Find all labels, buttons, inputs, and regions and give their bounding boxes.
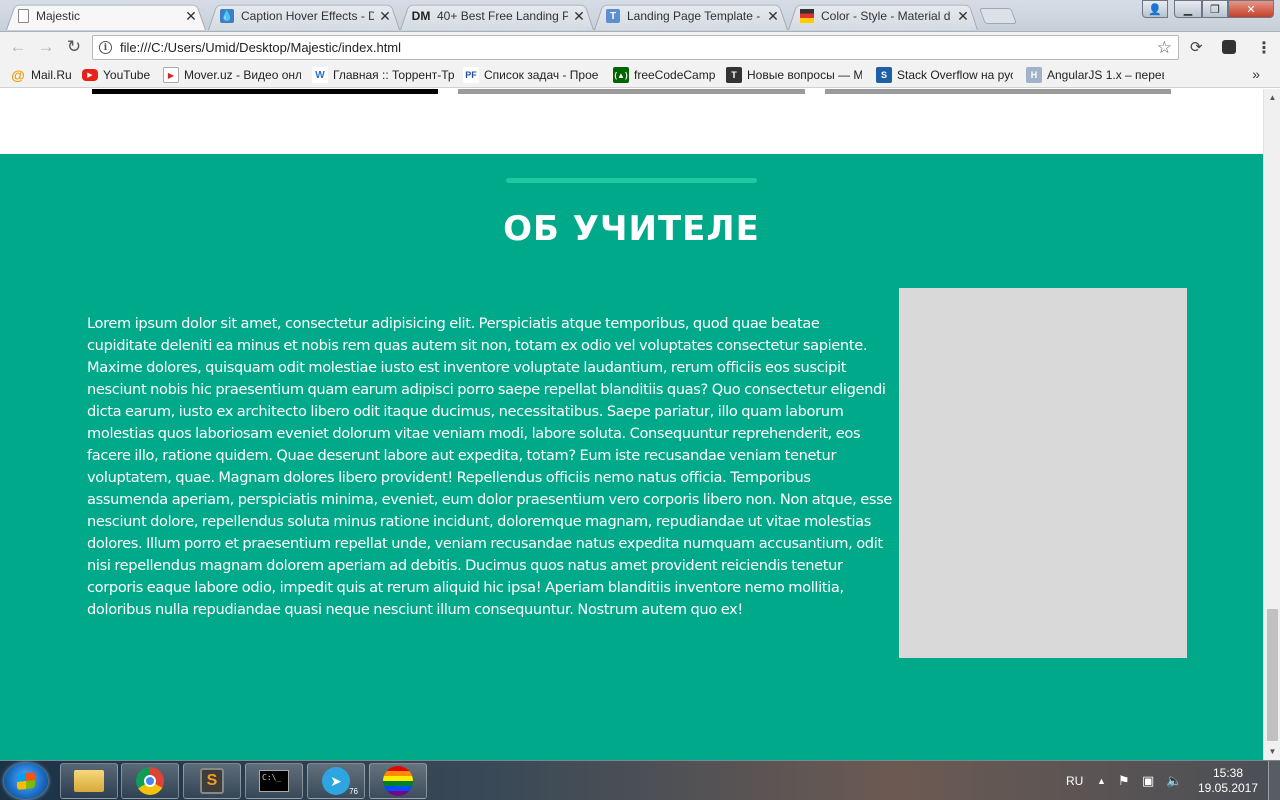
bookmark-toster[interactable]: T Новые вопросы — М bbox=[726, 66, 862, 84]
address-bar[interactable]: i file:///C:/Users/Umid/Desktop/Majestic… bbox=[92, 35, 1179, 60]
cmd-icon[interactable]: C:\_ bbox=[245, 763, 303, 799]
bookmarks-bar: @ Mail.Ru ▶ YouTube ▶ Mover.uz - Видео о… bbox=[0, 62, 1280, 88]
scroll-up-arrow-icon[interactable]: ▲ bbox=[1264, 89, 1280, 106]
tab-title: Color - Style - Material d bbox=[821, 9, 952, 23]
portfolio-image-2 bbox=[458, 89, 805, 94]
window-buttons: ▁ ❐ ✕ bbox=[1174, 0, 1274, 18]
material-icon bbox=[800, 9, 814, 23]
telegram-icon[interactable]: ➤ 76 bbox=[307, 763, 365, 799]
forward-arrow-icon[interactable]: → bbox=[32, 37, 60, 57]
browser-toolbar: ← → ↻ i file:///C:/Users/Umid/Desktop/Ma… bbox=[0, 32, 1280, 62]
info-icon[interactable]: i bbox=[99, 41, 112, 54]
page-scrollbar[interactable]: ▲ ▼ bbox=[1263, 89, 1280, 760]
show-hidden-icons-icon[interactable]: ▲ bbox=[1097, 761, 1106, 800]
portfolio-image-3 bbox=[825, 89, 1171, 94]
volume-icon[interactable]: 🔈 bbox=[1166, 761, 1182, 800]
tab-caption-hover[interactable]: 💧 Caption Hover Effects - D ✕ bbox=[208, 2, 400, 30]
tab-landing-template[interactable]: T Landing Page Template - ✕ bbox=[594, 2, 788, 30]
drop-icon: 💧 bbox=[220, 9, 234, 23]
back-arrow-icon[interactable]: ← bbox=[4, 37, 32, 57]
portfolio-image-1 bbox=[92, 89, 438, 94]
about-text: Lorem ipsum dolor sit amet, consectetur … bbox=[87, 313, 892, 621]
mailru-icon: @ bbox=[10, 67, 26, 83]
close-window-button[interactable]: ✕ bbox=[1228, 0, 1274, 18]
close-icon[interactable]: ✕ bbox=[766, 8, 780, 25]
tab-title: Landing Page Template - bbox=[627, 9, 762, 23]
clock-time: 15:38 bbox=[1196, 766, 1260, 781]
scroll-down-arrow-icon[interactable]: ▼ bbox=[1264, 743, 1280, 760]
reload-icon[interactable]: ↻ bbox=[60, 37, 88, 57]
stackoverflow-icon: S bbox=[876, 67, 892, 83]
torrent-icon: W bbox=[312, 67, 328, 83]
tab-material-color[interactable]: Color - Style - Material d ✕ bbox=[788, 2, 978, 30]
show-desktop-button[interactable] bbox=[1268, 761, 1280, 800]
bookmark-label: Stack Overflow на рус bbox=[897, 68, 1013, 82]
chevron-right-icon[interactable]: » bbox=[1252, 66, 1260, 82]
menu-icon[interactable]: ⋮ bbox=[1256, 38, 1272, 58]
section-title: ОБ УЧИТЕЛЕ bbox=[0, 209, 1263, 249]
close-icon[interactable]: ✕ bbox=[378, 8, 392, 25]
bookmark-label: freeCodeCamp bbox=[634, 68, 715, 82]
youtube-icon: ▶ bbox=[82, 69, 98, 81]
system-clock[interactable]: 15:38 19.05.2017 bbox=[1196, 766, 1260, 796]
sublime-text-icon[interactable]: S bbox=[183, 763, 241, 799]
teacher-photo-placeholder bbox=[899, 288, 1187, 658]
language-indicator[interactable]: RU bbox=[1066, 761, 1083, 800]
tab-title: 40+ Best Free Landing P bbox=[437, 9, 568, 23]
extension-icon[interactable] bbox=[1222, 40, 1236, 54]
tab-strip: Majestic ✕ 💧 Caption Hover Effects - D ✕… bbox=[0, 0, 1280, 32]
window-controls: 👤 bbox=[1142, 0, 1168, 18]
network-icon[interactable]: ▣ bbox=[1142, 761, 1154, 800]
windows-taskbar: S C:\_ ➤ 76 RU ▲ ⚑ ▣ 🔈 15:38 19.05.2017 bbox=[0, 760, 1280, 800]
clock-date: 19.05.2017 bbox=[1196, 781, 1260, 796]
tab-landing-pages[interactable]: DM 40+ Best Free Landing P ✕ bbox=[400, 2, 594, 30]
bookmark-youtube[interactable]: ▶ YouTube bbox=[82, 66, 160, 84]
pf-icon: PF bbox=[463, 67, 479, 83]
bookmark-label: AngularJS 1.x – перев bbox=[1047, 68, 1164, 82]
dm-icon: DM bbox=[412, 9, 430, 23]
action-center-icon[interactable]: ⚑ bbox=[1118, 761, 1130, 800]
close-icon[interactable]: ✕ bbox=[572, 8, 586, 25]
page-icon bbox=[18, 9, 29, 23]
tab-majestic[interactable]: Majestic ✕ bbox=[6, 2, 206, 30]
toster-icon: T bbox=[726, 67, 742, 83]
bookmark-label: Mover.uz - Видео онл bbox=[184, 68, 301, 82]
bookmark-pf[interactable]: PF Список задач - Прое bbox=[463, 66, 600, 84]
freecodecamp-icon: (▲) bbox=[613, 67, 629, 83]
bookmark-mover[interactable]: ▶ Mover.uz - Видео онл bbox=[163, 66, 301, 84]
t-icon: T bbox=[606, 9, 620, 23]
bookmark-angularjs[interactable]: H AngularJS 1.x – перев bbox=[1026, 66, 1164, 84]
bookmark-torrent[interactable]: W Главная :: Торрент-Тр bbox=[312, 66, 460, 84]
bookmark-label: Mail.Ru bbox=[31, 68, 72, 82]
bookmark-stackoverflow[interactable]: S Stack Overflow на рус bbox=[876, 66, 1013, 84]
bookmark-freecodecamp[interactable]: (▲) freeCodeCamp bbox=[613, 66, 718, 84]
scrollbar-thumb[interactable] bbox=[1267, 609, 1278, 741]
minimize-button[interactable]: ▁ bbox=[1174, 0, 1202, 18]
page-viewport: ОБ УЧИТЕЛЕ Lorem ipsum dolor sit amet, c… bbox=[0, 89, 1263, 760]
start-button[interactable] bbox=[4, 763, 48, 799]
section-divider bbox=[506, 178, 757, 183]
profile-icon[interactable]: 👤 bbox=[1142, 0, 1168, 18]
bookmark-star-icon[interactable]: ☆ bbox=[1157, 38, 1172, 58]
tab-title: Caption Hover Effects - D bbox=[241, 9, 374, 23]
new-tab-button[interactable] bbox=[979, 8, 1017, 24]
explorer-icon[interactable] bbox=[60, 763, 118, 799]
telegram-badge: 76 bbox=[349, 787, 358, 796]
lgbt-app-icon[interactable] bbox=[369, 763, 427, 799]
close-icon[interactable]: ✕ bbox=[184, 8, 198, 25]
bookmark-label: Главная :: Торрент-Тр bbox=[333, 68, 455, 82]
bookmark-label: Новые вопросы — М bbox=[747, 68, 862, 82]
tab-title: Majestic bbox=[36, 9, 180, 23]
sync-extension-icon[interactable]: ⟳ bbox=[1190, 38, 1203, 56]
angular-icon: H bbox=[1026, 67, 1042, 83]
chrome-icon[interactable] bbox=[121, 763, 179, 799]
bookmark-mailru[interactable]: @ Mail.Ru bbox=[10, 66, 80, 84]
close-icon[interactable]: ✕ bbox=[956, 8, 970, 25]
url-text[interactable]: file:///C:/Users/Umid/Desktop/Majestic/i… bbox=[120, 40, 1157, 55]
bookmark-label: YouTube bbox=[103, 68, 150, 82]
restore-button[interactable]: ❐ bbox=[1202, 0, 1228, 18]
mover-icon: ▶ bbox=[163, 67, 179, 83]
bookmark-label: Список задач - Прое bbox=[484, 68, 598, 82]
